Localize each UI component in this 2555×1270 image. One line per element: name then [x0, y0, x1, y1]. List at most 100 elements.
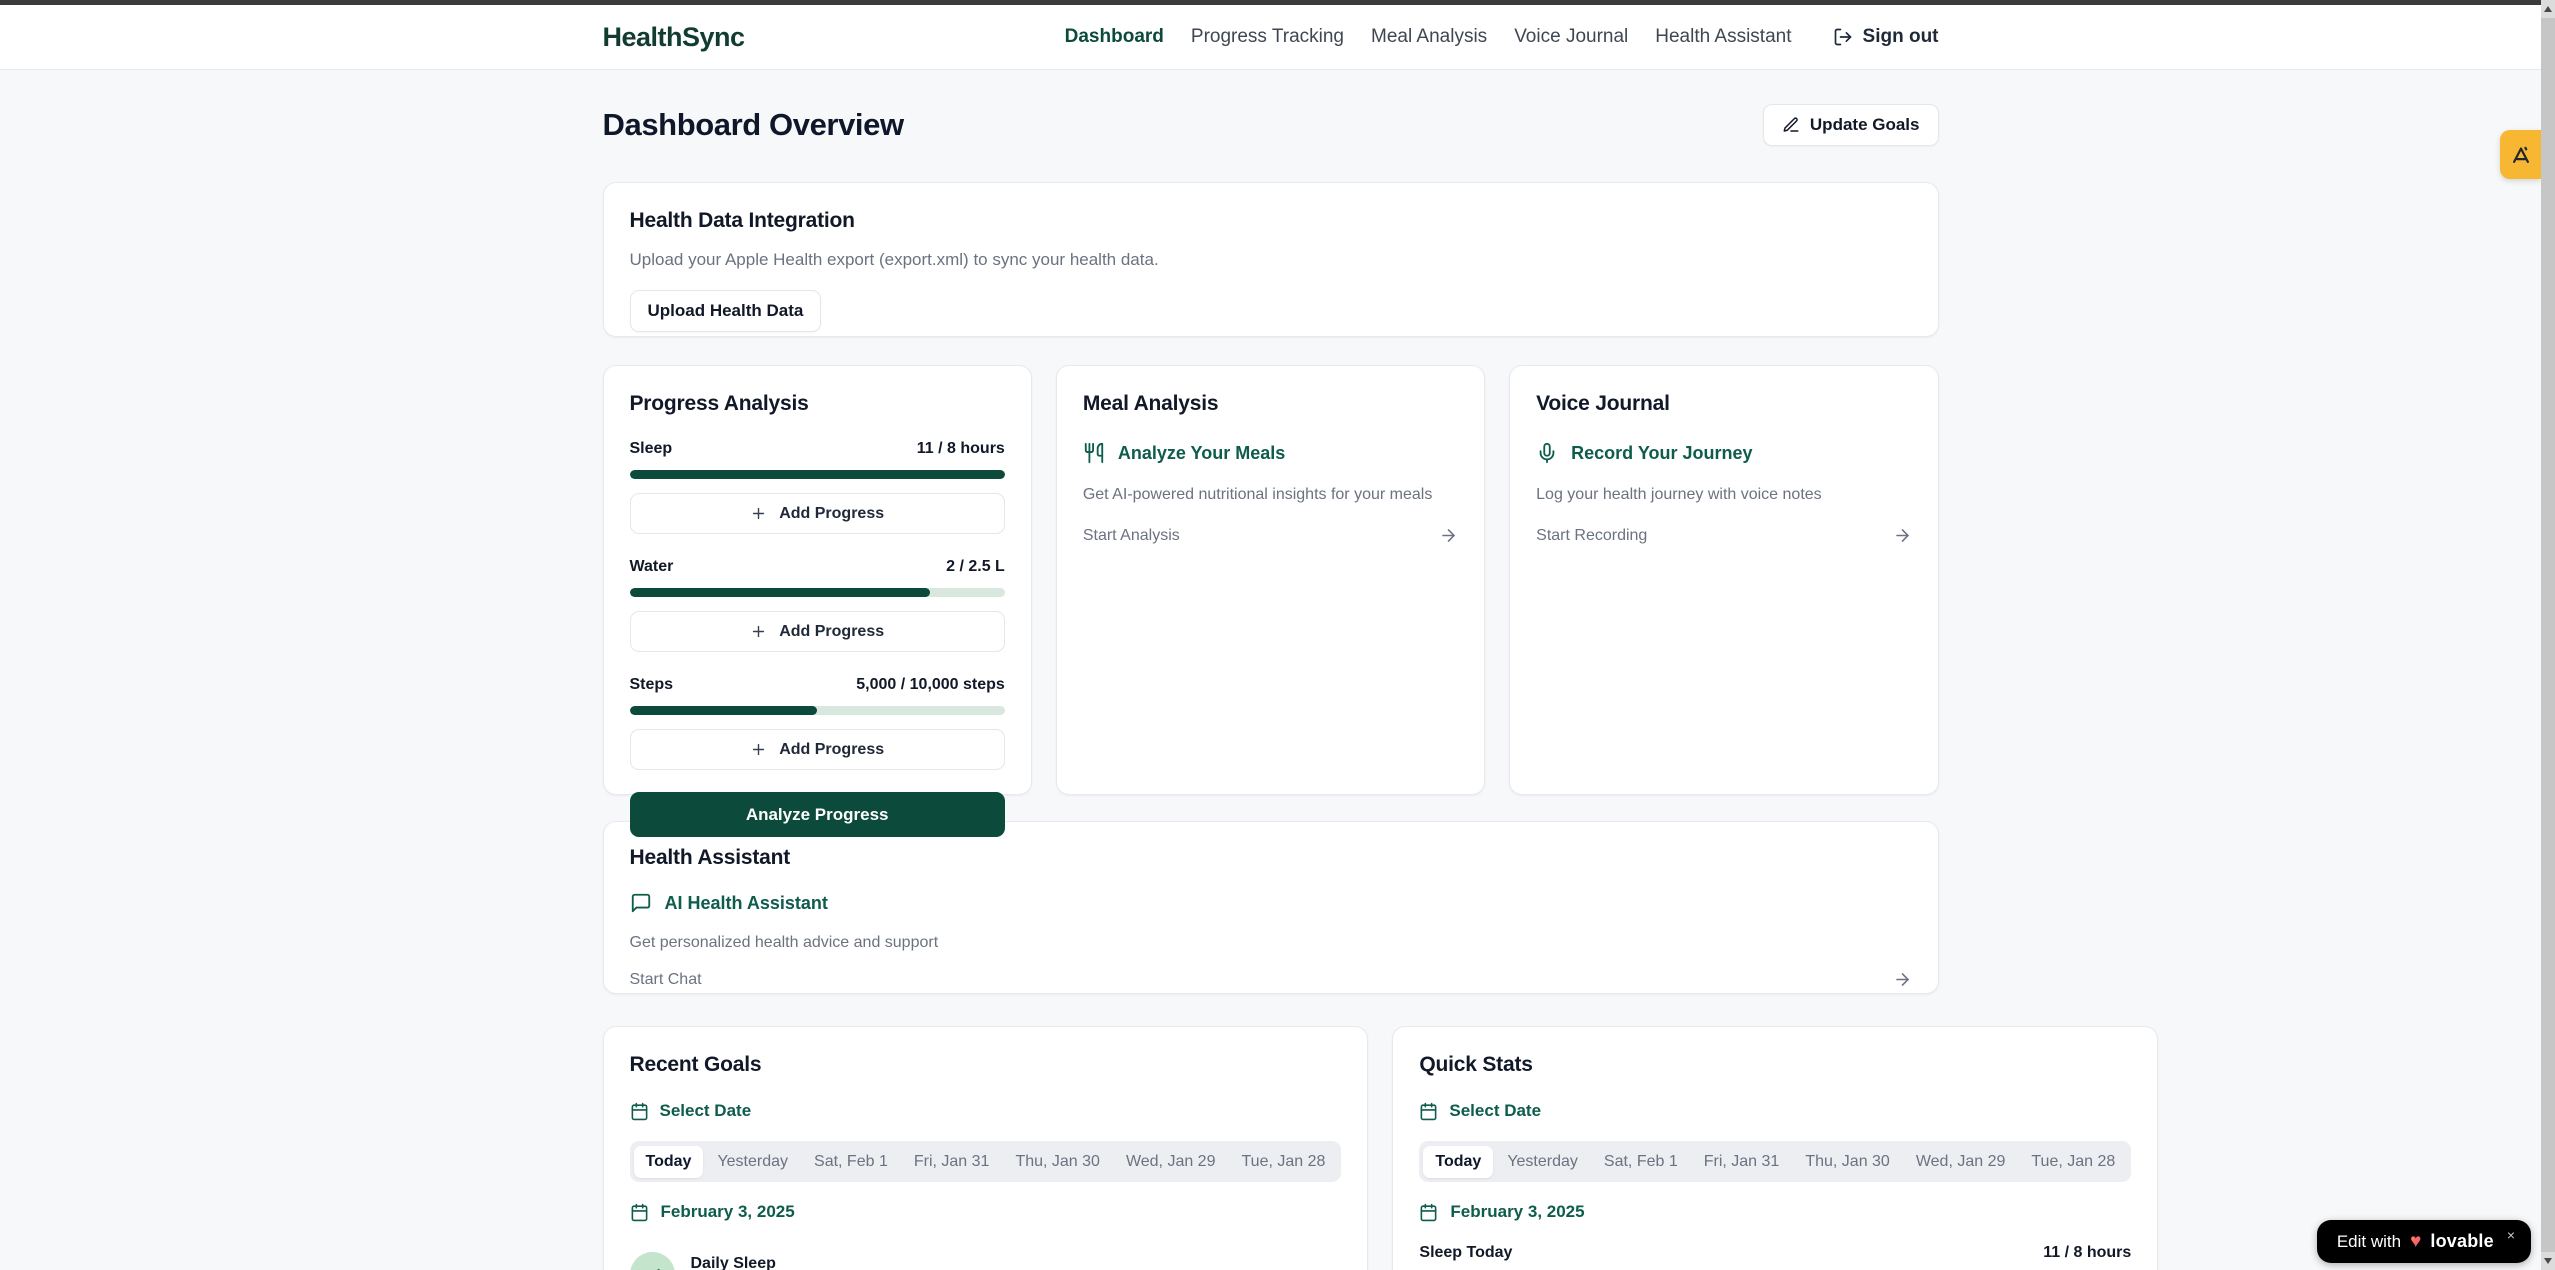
start-chat-row[interactable]: Start Chat: [630, 970, 1912, 989]
tab-tue-jan-28[interactable]: Tue, Jan 28: [2019, 1146, 2127, 1178]
water-label: Water: [630, 558, 674, 576]
voice-journal-title: Voice Journal: [1536, 392, 1911, 416]
tab-yesterday[interactable]: Yesterday: [705, 1146, 800, 1178]
scroll-up-arrow[interactable]: [2541, 0, 2555, 18]
analyze-your-meals-link[interactable]: Analyze Your Meals: [1083, 442, 1458, 464]
health-assistant-title: Health Assistant: [630, 846, 1912, 870]
add-progress-water-button[interactable]: Add Progress: [630, 611, 1005, 652]
brand-logo[interactable]: HealthSync: [603, 22, 745, 53]
tab-sat-feb-1[interactable]: Sat, Feb 1: [802, 1146, 900, 1178]
water-value: 2 / 2.5 L: [946, 558, 1005, 576]
arrow-right-icon: [1439, 526, 1458, 545]
scroll-down-arrow[interactable]: [2541, 1252, 2555, 1270]
sleep-value: 11 / 8 hours: [917, 440, 1005, 458]
analyze-progress-button[interactable]: Analyze Progress: [630, 792, 1005, 837]
calendar-icon: [1419, 1203, 1438, 1222]
quick-stats-card: Quick Stats Select Date Today Yesterday …: [1392, 1026, 2158, 1270]
progress-analysis-card: Progress Analysis Sleep 11 / 8 hours Add…: [603, 365, 1032, 795]
tab-tue-jan-28[interactable]: Tue, Jan 28: [1229, 1146, 1337, 1178]
quick-stats-date-tabs: Today Yesterday Sat, Feb 1 Fri, Jan 31 T…: [1419, 1141, 2131, 1182]
tab-fri-jan-31[interactable]: Fri, Jan 31: [1692, 1146, 1792, 1178]
browser-top-edge: [0, 0, 2541, 5]
close-icon[interactable]: ×: [2507, 1227, 2515, 1243]
recent-goals-selected-date: February 3, 2025: [630, 1202, 1342, 1222]
recent-goals-select-date[interactable]: Select Date: [630, 1101, 1342, 1121]
health-data-integration-card: Health Data Integration Upload your Appl…: [603, 182, 1939, 337]
meal-analysis-title: Meal Analysis: [1083, 392, 1458, 416]
start-recording-row[interactable]: Start Recording: [1536, 526, 1911, 545]
vertical-scrollbar[interactable]: [2541, 0, 2555, 1270]
quick-stats-select-date[interactable]: Select Date: [1419, 1101, 2131, 1121]
tab-wed-jan-29[interactable]: Wed, Jan 29: [1114, 1146, 1228, 1178]
plus-icon: [750, 505, 767, 522]
quick-stats-selected-date: February 3, 2025: [1419, 1202, 2131, 1222]
sleep-progress-bar: [630, 470, 1005, 479]
pencil-icon: [1782, 116, 1800, 134]
nav-voice-journal[interactable]: Voice Journal: [1514, 26, 1628, 48]
goal-title: Daily Sleep: [691, 1255, 776, 1270]
add-progress-steps-button[interactable]: Add Progress: [630, 729, 1005, 770]
voice-journal-description: Log your health journey with voice notes: [1536, 486, 1911, 504]
microphone-icon: [1536, 442, 1558, 464]
calendar-icon: [630, 1203, 649, 1222]
health-assistant-description: Get personalized health advice and suppo…: [630, 934, 1912, 952]
nav-health-assistant[interactable]: Health Assistant: [1655, 26, 1791, 48]
edit-with-lovable-badge[interactable]: Edit with ♥ lovable ×: [2317, 1220, 2531, 1263]
heart-icon: ♥: [2410, 1232, 2421, 1251]
add-progress-sleep-button[interactable]: Add Progress: [630, 493, 1005, 534]
lovable-logo-icon: [2510, 144, 2532, 166]
tab-yesterday[interactable]: Yesterday: [1495, 1146, 1590, 1178]
nav-progress-tracking[interactable]: Progress Tracking: [1191, 26, 1344, 48]
check-icon: [642, 1265, 662, 1270]
tab-thu-jan-30[interactable]: Thu, Jan 30: [1003, 1146, 1112, 1178]
nav-dashboard[interactable]: Dashboard: [1065, 26, 1164, 48]
water-progress-bar: [630, 588, 1005, 597]
main-nav: Dashboard Progress Tracking Meal Analysi…: [1065, 26, 1939, 48]
update-goals-label: Update Goals: [1810, 115, 1920, 135]
metric-water: Water 2 / 2.5 L Add Progress: [630, 558, 1005, 652]
logout-icon: [1833, 27, 1853, 47]
integration-description: Upload your Apple Health export (export.…: [630, 250, 1912, 270]
goal-complete-badge: [630, 1252, 675, 1270]
tab-today[interactable]: Today: [634, 1146, 704, 1178]
meal-analysis-card: Meal Analysis Analyze Your Meals Get AI-…: [1056, 365, 1485, 795]
health-assistant-card: Health Assistant AI Health Assistant Get…: [603, 821, 1939, 994]
sleep-today-value: 11 / 8 hours: [2043, 1244, 2131, 1262]
lovable-label: lovable: [2430, 1231, 2493, 1252]
calendar-icon: [1419, 1102, 1438, 1121]
nav-meal-analysis[interactable]: Meal Analysis: [1371, 26, 1487, 48]
main-content: Dashboard Overview Update Goals Health D…: [0, 70, 2541, 1270]
start-analysis-row[interactable]: Start Analysis: [1083, 526, 1458, 545]
tab-sat-feb-1[interactable]: Sat, Feb 1: [1592, 1146, 1690, 1178]
sign-out-button[interactable]: Sign out: [1833, 26, 1939, 48]
utensils-icon: [1083, 442, 1105, 464]
metric-sleep: Sleep 11 / 8 hours Add Progress: [630, 440, 1005, 534]
sleep-today-label: Sleep Today: [1419, 1244, 1512, 1262]
steps-label: Steps: [630, 676, 674, 694]
steps-progress-bar: [630, 706, 1005, 715]
tab-today[interactable]: Today: [1423, 1146, 1493, 1178]
integration-title: Health Data Integration: [630, 209, 1912, 233]
lovable-dev-button[interactable]: [2500, 130, 2541, 179]
ai-health-assistant-link[interactable]: AI Health Assistant: [630, 892, 1912, 914]
recent-goals-date-tabs: Today Yesterday Sat, Feb 1 Fri, Jan 31 T…: [630, 1141, 1342, 1182]
edit-with-label: Edit with: [2337, 1232, 2401, 1252]
record-your-journey-link[interactable]: Record Your Journey: [1536, 442, 1911, 464]
tab-wed-jan-29[interactable]: Wed, Jan 29: [1904, 1146, 2018, 1178]
recent-goals-card: Recent Goals Select Date Today Yesterday…: [603, 1026, 1369, 1270]
recent-goals-title: Recent Goals: [630, 1053, 1342, 1077]
sign-out-label: Sign out: [1863, 26, 1939, 48]
tab-fri-jan-31[interactable]: Fri, Jan 31: [902, 1146, 1002, 1178]
arrow-right-icon: [1893, 526, 1912, 545]
update-goals-button[interactable]: Update Goals: [1763, 104, 1939, 146]
voice-journal-card: Voice Journal Record Your Journey Log yo…: [1509, 365, 1938, 795]
arrow-right-icon: [1893, 970, 1912, 989]
steps-value: 5,000 / 10,000 steps: [856, 676, 1005, 694]
app-header: HealthSync Dashboard Progress Tracking M…: [0, 5, 2541, 70]
page-title: Dashboard Overview: [603, 107, 904, 143]
sleep-label: Sleep: [630, 440, 673, 458]
plus-icon: [750, 623, 767, 640]
goal-item-daily-sleep: Daily Sleep 11 / 8 hours: [630, 1252, 1342, 1270]
upload-health-data-button[interactable]: Upload Health Data: [630, 290, 822, 332]
tab-thu-jan-30[interactable]: Thu, Jan 30: [1793, 1146, 1902, 1178]
